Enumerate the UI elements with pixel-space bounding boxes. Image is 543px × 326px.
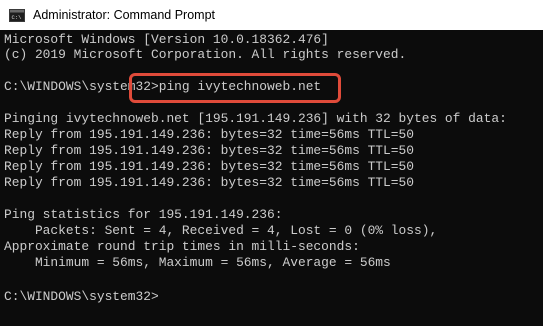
svg-text:C:\: C:\ — [12, 14, 22, 21]
stats-line: Approximate round trip times in milli-se… — [4, 239, 360, 254]
reply-line: Reply from 195.191.149.236: bytes=32 tim… — [4, 175, 414, 190]
title-bar[interactable]: C:\ Administrator: Command Prompt — [0, 0, 543, 30]
stats-line: Ping statistics for 195.191.149.236: — [4, 207, 283, 222]
console-line: (c) 2019 Microsoft Corporation. All righ… — [4, 47, 407, 62]
console-output[interactable]: Microsoft Windows [Version 10.0.18362.47… — [0, 30, 543, 326]
stats-line: Packets: Sent = 4, Received = 4, Lost = … — [4, 223, 438, 238]
window-title: Administrator: Command Prompt — [33, 8, 216, 22]
command-highlight-box — [129, 73, 341, 103]
prompt-line[interactable]: C:\WINDOWS\system32> — [4, 289, 159, 305]
cmd-icon: C:\ — [9, 8, 25, 22]
console-line: Pinging ivytechnoweb.net [195.191.149.23… — [4, 111, 507, 126]
reply-line: Reply from 195.191.149.236: bytes=32 tim… — [4, 143, 414, 158]
console-line: Microsoft Windows [Version 10.0.18362.47… — [4, 32, 329, 47]
command-prompt-window: C:\ Administrator: Command Prompt Micros… — [0, 0, 543, 326]
stats-line: Minimum = 56ms, Maximum = 56ms, Average … — [4, 255, 391, 270]
reply-line: Reply from 195.191.149.236: bytes=32 tim… — [4, 127, 414, 142]
reply-line: Reply from 195.191.149.236: bytes=32 tim… — [4, 159, 414, 174]
